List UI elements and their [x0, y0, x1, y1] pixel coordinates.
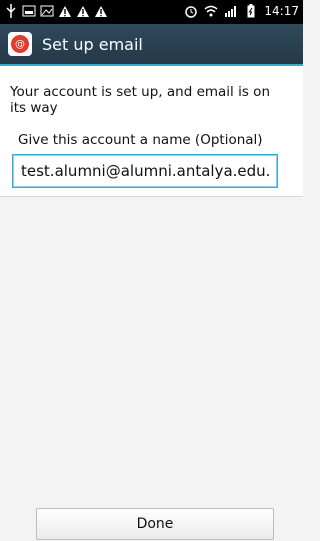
screenshot-icon	[22, 4, 36, 18]
warning-icon	[58, 4, 72, 18]
signal-icon	[224, 4, 238, 18]
setup-complete-message: Your account is set up, and email is on …	[10, 84, 270, 116]
status-bar: 14:17	[0, 0, 303, 24]
done-button[interactable]: Done	[36, 508, 274, 540]
gallery-icon	[40, 4, 54, 18]
battery-icon	[244, 4, 258, 18]
account-name-label: Give this account a name (Optional)	[18, 132, 263, 148]
email-app-icon: @	[8, 32, 32, 56]
setup-panel: Your account is set up, and email is on …	[0, 66, 303, 197]
action-bar: @ Set up email	[0, 24, 303, 66]
wifi-icon	[204, 4, 218, 18]
status-bar-notifications	[4, 4, 108, 18]
status-bar-system: 14:17	[184, 4, 299, 18]
alarm-icon	[184, 4, 198, 18]
warning-icon	[76, 4, 90, 18]
status-time: 14:17	[264, 4, 299, 18]
page-title: Set up email	[42, 34, 143, 54]
warning-icon	[94, 4, 108, 18]
usb-icon	[4, 4, 18, 18]
account-name-input[interactable]	[12, 154, 278, 188]
